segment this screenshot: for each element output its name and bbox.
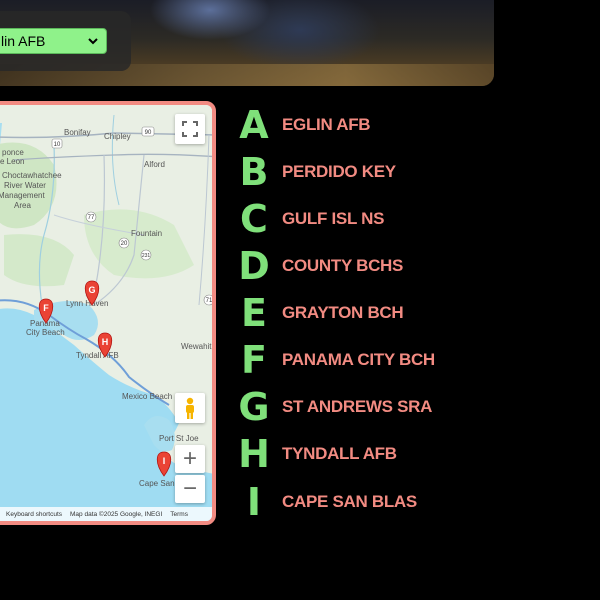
legend-item: D COUNTY BCHS	[238, 246, 578, 286]
legend-letter: D	[238, 244, 270, 288]
legend-item: C GULF ISL NS	[238, 199, 578, 239]
zoom-out-button[interactable]: −	[175, 475, 205, 503]
road-shield: 20	[121, 241, 128, 247]
legend-item: H TYNDALL AFB	[238, 434, 578, 474]
legend-letter: I	[246, 480, 262, 524]
place-label: Chipley	[104, 132, 131, 141]
location-selector-panel: lin AFB	[0, 11, 131, 71]
chevron-down-icon	[88, 38, 98, 45]
map[interactable]: 90 10 77 231 20 71 Bonifay Chipley Alfor…	[0, 101, 216, 525]
zoom-in-button[interactable]: +	[175, 445, 205, 473]
legend-letter: E	[241, 291, 267, 335]
place-label: River Water	[4, 181, 46, 190]
road-shield: 90	[145, 130, 152, 136]
legend-label: PERDIDO KEY	[282, 162, 396, 181]
legend-item: I CAPE SAN BLAS	[238, 482, 578, 522]
place-label: Management	[0, 191, 45, 200]
legend-letter: A	[239, 103, 269, 147]
place-label: Bonifay	[64, 128, 91, 137]
legend-item: A EGLIN AFB	[238, 105, 578, 145]
legend-label: COUNTY BCHS	[282, 256, 404, 275]
place-label: Area	[14, 201, 31, 210]
place-label: Port St Joe	[159, 434, 199, 443]
road-shield: 10	[54, 142, 61, 148]
legend-letter: B	[239, 150, 269, 194]
map-marker-label: I	[163, 456, 166, 466]
place-label: Alford	[144, 160, 165, 169]
street-view-button[interactable]	[175, 393, 205, 423]
legend-label: GRAYTON BCH	[282, 303, 404, 322]
map-marker-label: G	[88, 285, 95, 295]
place-label: Fountain	[131, 229, 162, 238]
place-label: Mexico Beach	[122, 392, 172, 401]
place-label: City Beach	[26, 328, 65, 337]
map-marker-label: H	[102, 337, 109, 347]
legend-label: GULF ISL NS	[282, 209, 385, 228]
place-label: Lynn Haven	[66, 299, 108, 308]
fullscreen-icon	[182, 121, 198, 137]
place-label: Wewahit	[181, 342, 212, 351]
map-data-credit: Map data ©2025 Google, INEGI	[70, 510, 163, 518]
legend-label: ST ANDREWS SRA	[282, 397, 433, 416]
place-label: ponce	[2, 148, 24, 157]
legend-letter: G	[238, 385, 270, 429]
map-attribution: Keyboard shortcuts Map data ©2025 Google…	[0, 507, 212, 521]
legend-label: TYNDALL AFB	[282, 444, 397, 463]
map-marker-label: F	[43, 303, 49, 313]
location-select[interactable]: lin AFB	[0, 28, 107, 54]
road-shield: 231	[142, 253, 151, 259]
place-label: e Leon	[0, 157, 24, 166]
location-select-value: lin AFB	[1, 33, 46, 49]
legend-letter: C	[240, 197, 268, 241]
pegman-icon	[186, 397, 194, 419]
road-shield: 77	[88, 215, 95, 221]
legend-item: B PERDIDO KEY	[238, 152, 578, 192]
fullscreen-button[interactable]	[175, 114, 205, 144]
road-shield: 71	[206, 298, 213, 304]
place-label: Choctawhatchee	[2, 171, 62, 180]
legend-item: F PANAMA CITY BCH	[238, 340, 578, 380]
place-label: Tyndall AFB	[76, 351, 119, 360]
legend-letter: H	[238, 432, 270, 476]
terms-link[interactable]: Terms	[170, 511, 188, 518]
legend-letter: F	[241, 338, 267, 382]
legend-item: G ST ANDREWS SRA	[238, 387, 578, 427]
legend-label: EGLIN AFB	[282, 115, 371, 134]
legend-item: E GRAYTON BCH	[238, 293, 578, 333]
legend-label: CAPE SAN BLAS	[282, 492, 417, 511]
keyboard-shortcuts-link[interactable]: Keyboard shortcuts	[6, 511, 62, 518]
legend-label: PANAMA CITY BCH	[282, 350, 435, 369]
